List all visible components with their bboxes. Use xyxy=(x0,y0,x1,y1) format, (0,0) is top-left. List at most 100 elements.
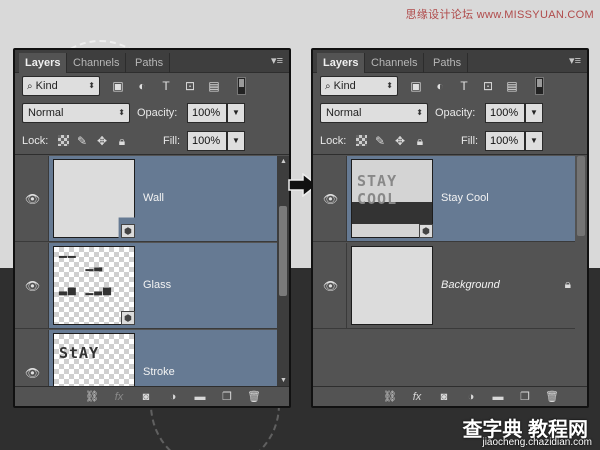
eye-icon[interactable]: 👁︎ xyxy=(25,192,40,206)
blend-mode-select[interactable]: Normal ⬍ xyxy=(320,103,428,123)
search-icon: ⌕ xyxy=(27,81,33,92)
fx-icon[interactable]: fx xyxy=(410,390,424,404)
glass-thumbnail-art: ▔▔ ▁▂ xyxy=(59,257,104,272)
scroll-thumb[interactable] xyxy=(577,156,585,236)
lock-label: Lock: xyxy=(320,135,347,147)
visibility-column: 👁︎ xyxy=(313,156,347,241)
shape-filter-icon[interactable]: ⊡ xyxy=(183,79,197,93)
lock-pixels-brush-icon[interactable]: ✎ xyxy=(75,134,89,148)
lock-transparent-icon[interactable] xyxy=(356,135,367,146)
panel-tabbar: Layers Channels Paths ▾≡ xyxy=(15,50,289,73)
fx-icon[interactable]: fx xyxy=(112,390,126,404)
layer-list: 👁︎ STAY COOL ⬢ Stay Cool 👁︎ Background 🔒… xyxy=(313,156,587,386)
opacity-field[interactable]: 100% xyxy=(187,103,227,123)
blend-mode-value: Normal xyxy=(326,107,362,119)
visibility-column: 👁︎ xyxy=(15,330,49,386)
smart-object-badge-icon: ⬢ xyxy=(121,224,135,238)
fill-dropdown-button[interactable]: ▼ xyxy=(525,131,543,151)
visibility-column: 👁︎ xyxy=(15,243,49,328)
smart-object-filter-icon[interactable]: ▤ xyxy=(505,79,519,93)
tab-layers[interactable]: Layers xyxy=(19,53,68,73)
layer-name[interactable]: Glass xyxy=(143,279,171,291)
new-adjustment-icon[interactable]: ◑ xyxy=(166,390,180,404)
lock-label: Lock: xyxy=(22,135,49,147)
tab-channels[interactable]: Channels xyxy=(365,53,425,73)
new-group-folder-icon[interactable]: ▬ xyxy=(193,390,207,404)
filter-toggle-switch[interactable] xyxy=(237,77,246,95)
layer-list: 👁︎ ⬢ Wall 👁︎ ▔▔ ▁▂ ▂▄ ▁▂▄ ⬢ Glass 👁︎ StA… xyxy=(15,156,289,386)
new-layer-icon[interactable]: ❐ xyxy=(220,390,234,404)
filter-toggle-switch[interactable] xyxy=(535,77,544,95)
scroll-thumb[interactable] xyxy=(279,206,287,296)
tab-paths[interactable]: Paths xyxy=(129,53,171,73)
blend-row: Normal ⬍ Opacity: 100% ▼ xyxy=(15,99,289,127)
layer-row-glass[interactable]: 👁︎ ▔▔ ▁▂ ▂▄ ▁▂▄ ⬢ Glass xyxy=(15,243,289,329)
adjustment-filter-icon[interactable]: ◐ xyxy=(135,79,149,93)
fill-field[interactable]: 100% xyxy=(485,131,525,151)
add-mask-icon[interactable]: ◙ xyxy=(139,390,153,404)
lock-position-move-icon[interactable]: ✥ xyxy=(393,134,407,148)
scroll-up-arrow-icon[interactable]: ▲ xyxy=(280,158,287,165)
lock-all-icon[interactable]: 🔒︎ xyxy=(413,134,427,148)
lock-transparent-icon[interactable] xyxy=(58,135,69,146)
updown-arrows-icon: ⬍ xyxy=(416,108,423,117)
layer-name[interactable]: Stay Cool xyxy=(441,192,489,204)
eye-icon[interactable]: 👁︎ xyxy=(323,192,338,206)
opacity-dropdown-button[interactable]: ▼ xyxy=(227,103,245,123)
scroll-down-arrow-icon[interactable]: ▼ xyxy=(280,377,287,384)
blend-mode-select[interactable]: Normal ⬍ xyxy=(22,103,130,123)
layer-thumbnail: StAY xyxy=(53,333,135,386)
opacity-label: Opacity: xyxy=(435,107,476,119)
smart-object-filter-icon[interactable]: ▤ xyxy=(207,79,221,93)
tab-paths[interactable]: Paths xyxy=(427,53,469,73)
lock-position-move-icon[interactable]: ✥ xyxy=(95,134,109,148)
layer-name[interactable]: Background xyxy=(441,279,500,291)
lock-pixels-brush-icon[interactable]: ✎ xyxy=(373,134,387,148)
layer-name[interactable]: Wall xyxy=(143,192,164,204)
new-layer-icon[interactable]: ❐ xyxy=(518,390,532,404)
fill-dropdown-button[interactable]: ▼ xyxy=(227,131,245,151)
eye-icon[interactable]: 👁︎ xyxy=(25,279,40,293)
layer-row-wall[interactable]: 👁︎ ⬢ Wall xyxy=(15,156,289,242)
layer-row-stroke[interactable]: 👁︎ StAY Stroke xyxy=(15,330,289,386)
tab-layers[interactable]: Layers xyxy=(317,53,366,73)
smart-object-badge-icon: ⬢ xyxy=(121,311,135,325)
lock-row: Lock: ✎ ✥ 🔒︎ Fill: 100% ▼ xyxy=(313,127,587,155)
fill-field[interactable]: 100% xyxy=(187,131,227,151)
updown-arrows-icon: ⬍ xyxy=(386,81,393,90)
layer-row-background[interactable]: 👁︎ Background 🔒︎ xyxy=(313,243,587,329)
layers-panel-before: Layers Channels Paths ▾≡ ⌕ Kind ⬍ ▣ ◐ T … xyxy=(13,48,291,408)
pixel-filter-icon[interactable]: ▣ xyxy=(111,79,125,93)
eye-icon[interactable]: 👁︎ xyxy=(323,279,338,293)
opacity-field[interactable]: 100% xyxy=(485,103,525,123)
adjustment-filter-icon[interactable]: ◐ xyxy=(433,79,447,93)
link-layers-icon[interactable]: ⛓︎ xyxy=(85,390,99,404)
shape-filter-icon[interactable]: ⊡ xyxy=(481,79,495,93)
stay-cool-thumbnail-art: STAY COOL xyxy=(357,172,398,208)
delete-layer-trash-icon[interactable]: 🗑︎ xyxy=(545,390,559,404)
kind-label: Kind xyxy=(35,80,58,92)
kind-filter-select[interactable]: ⌕ Kind ⬍ xyxy=(22,76,100,96)
kind-filter-select[interactable]: ⌕ Kind ⬍ xyxy=(320,76,398,96)
lock-all-icon[interactable]: 🔒︎ xyxy=(115,134,129,148)
eye-icon[interactable]: 👁︎ xyxy=(25,366,40,380)
layers-panel-after: Layers Channels Paths ▾≡ ⌕ Kind ⬍ ▣ ◐ T … xyxy=(311,48,589,408)
layer-row-stay-cool[interactable]: 👁︎ STAY COOL ⬢ Stay Cool xyxy=(313,156,587,242)
layer-name[interactable]: Stroke xyxy=(143,366,175,378)
type-filter-icon[interactable]: T xyxy=(159,79,173,93)
type-filter-icon[interactable]: T xyxy=(457,79,471,93)
delete-layer-trash-icon[interactable]: 🗑︎ xyxy=(247,390,261,404)
panel-menu-icon[interactable]: ▾≡ xyxy=(271,54,283,67)
watermark-top: 思缘设计论坛 www.MISSYUAN.COM xyxy=(405,9,594,21)
new-adjustment-icon[interactable]: ◑ xyxy=(464,390,478,404)
link-layers-icon[interactable]: ⛓︎ xyxy=(383,390,397,404)
panel-menu-icon[interactable]: ▾≡ xyxy=(569,54,581,67)
kind-label: Kind xyxy=(333,80,356,92)
opacity-dropdown-button[interactable]: ▼ xyxy=(525,103,543,123)
tab-channels[interactable]: Channels xyxy=(67,53,127,73)
pixel-filter-icon[interactable]: ▣ xyxy=(409,79,423,93)
new-group-folder-icon[interactable]: ▬ xyxy=(491,390,505,404)
add-mask-icon[interactable]: ◙ xyxy=(437,390,451,404)
layer-thumbnail xyxy=(351,246,433,325)
search-icon: ⌕ xyxy=(325,81,331,92)
